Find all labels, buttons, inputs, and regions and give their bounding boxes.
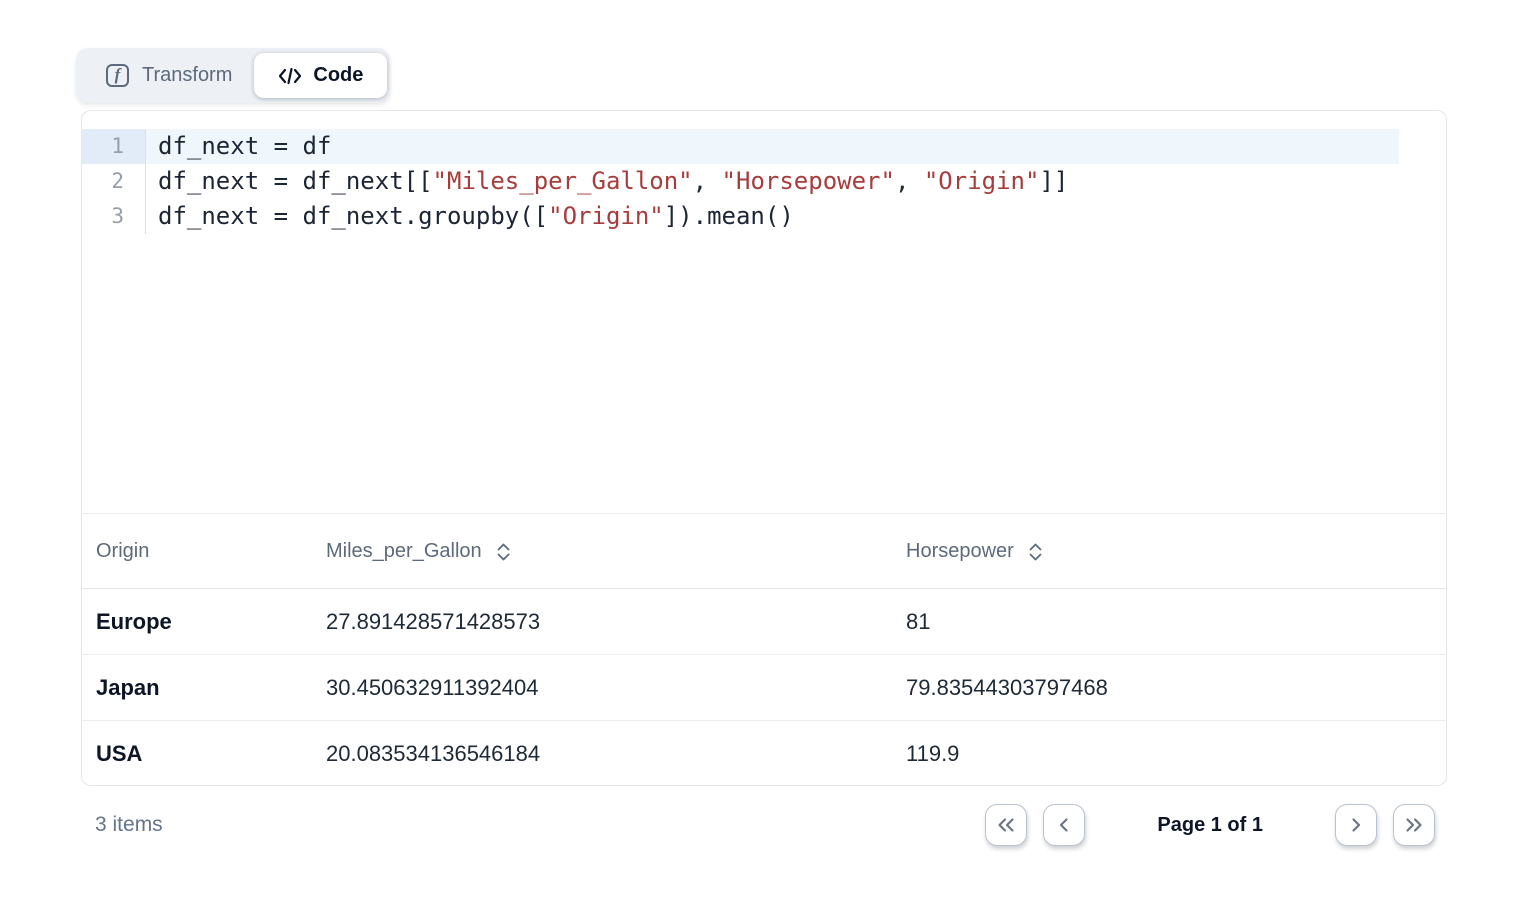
function-icon: f <box>106 64 129 87</box>
code-text: df_next = df <box>146 129 1399 164</box>
table-header-row: Origin Miles_per_Gallon Horsepower <box>82 514 1446 589</box>
column-label: Horsepower <box>906 540 1014 563</box>
tab-code[interactable]: Code <box>254 53 387 98</box>
tab-code-label: Code <box>313 64 363 87</box>
code-token: df_next = df_next.groupby([ <box>158 202 548 230</box>
double-chevron-right-icon <box>1403 816 1425 834</box>
code-text: df_next = df_next[["Miles_per_Gallon", "… <box>146 164 1399 199</box>
string-token: "Origin" <box>924 167 1040 195</box>
line-number: 1 <box>82 129 146 164</box>
string-token: "Horsepower" <box>722 167 895 195</box>
table-row: USA20.083534136546184119.9 <box>82 721 1446 786</box>
code-token: , <box>693 167 722 195</box>
double-chevron-left-icon <box>995 816 1017 834</box>
code-token: df_next = df <box>158 132 331 160</box>
sort-icon[interactable] <box>495 542 512 562</box>
code-brackets-icon <box>278 65 302 87</box>
code-token: , <box>895 167 924 195</box>
view-tabbar: f Transform Code <box>76 48 390 103</box>
table-footer: 3 items Page 1 of 1 <box>81 804 1447 846</box>
line-number: 2 <box>82 164 146 199</box>
string-token: "Origin" <box>548 202 664 230</box>
page-indicator: Page 1 of 1 <box>1157 814 1263 837</box>
code-line[interactable]: 2df_next = df_next[["Miles_per_Gallon", … <box>82 164 1446 199</box>
line-number: 3 <box>82 199 146 234</box>
tab-transform-label: Transform <box>142 64 232 87</box>
column-header-horsepower[interactable]: Horsepower <box>892 540 1446 563</box>
code-line[interactable]: 3df_next = df_next.groupby(["Origin"]).m… <box>82 199 1446 234</box>
table-row: Europe27.89142857142857381 <box>82 589 1446 655</box>
previous-page-button[interactable] <box>1043 804 1085 846</box>
value-cell: 30.450632911392404 <box>312 675 892 701</box>
value-cell: 119.9 <box>892 741 1446 767</box>
string-token: "Miles_per_Gallon" <box>433 167 693 195</box>
value-cell: 27.891428571428573 <box>312 609 892 635</box>
code-lines: 1df_next = df2df_next = df_next[["Miles_… <box>82 129 1446 234</box>
transform-panel: 1df_next = df2df_next = df_next[["Miles_… <box>81 110 1447 786</box>
items-count: 3 items <box>95 813 163 837</box>
code-token: ]).mean() <box>664 202 794 230</box>
origin-cell: USA <box>82 741 312 767</box>
value-cell: 79.83544303797468 <box>892 675 1446 701</box>
code-text: df_next = df_next.groupby(["Origin"]).me… <box>146 199 1399 234</box>
value-cell: 81 <box>892 609 1446 635</box>
tab-transform[interactable]: f Transform <box>76 64 254 87</box>
value-cell: 20.083534136546184 <box>312 741 892 767</box>
code-editor[interactable]: 1df_next = df2df_next = df_next[["Miles_… <box>82 111 1446 513</box>
pagination: Page 1 of 1 <box>985 804 1435 846</box>
code-token: df_next = df_next[[ <box>158 167 433 195</box>
code-token: ]] <box>1039 167 1068 195</box>
next-page-button[interactable] <box>1335 804 1377 846</box>
result-table: Origin Miles_per_Gallon Horsepower <box>82 513 1446 786</box>
column-header-origin: Origin <box>82 540 312 563</box>
last-page-button[interactable] <box>1393 804 1435 846</box>
column-header-miles-per-gallon[interactable]: Miles_per_Gallon <box>312 540 892 563</box>
first-page-button[interactable] <box>985 804 1027 846</box>
table-row: Japan30.45063291139240479.83544303797468 <box>82 655 1446 721</box>
column-label: Origin <box>96 540 149 563</box>
table-body: Europe27.89142857142857381Japan30.450632… <box>82 589 1446 786</box>
code-line[interactable]: 1 df_next = df <box>82 129 1446 164</box>
origin-cell: Japan <box>82 675 312 701</box>
sort-icon[interactable] <box>1027 542 1044 562</box>
chevron-right-icon <box>1347 816 1365 834</box>
column-label: Miles_per_Gallon <box>326 540 482 563</box>
chevron-left-icon <box>1055 816 1073 834</box>
origin-cell: Europe <box>82 609 312 635</box>
